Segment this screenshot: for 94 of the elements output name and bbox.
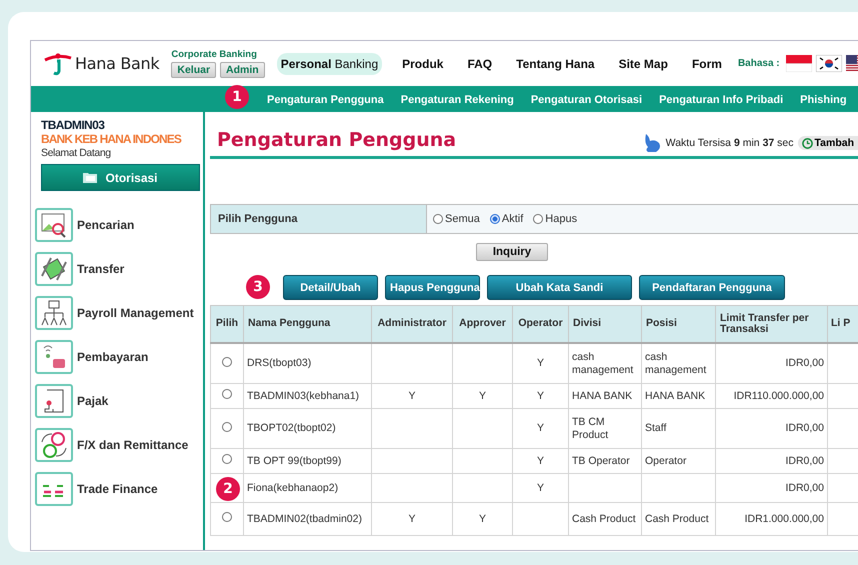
table-cell: Cash Product xyxy=(572,512,636,525)
table-cell: IDR0,00 xyxy=(785,454,824,467)
table-cell: Y xyxy=(408,390,416,402)
flag-icon[interactable] xyxy=(816,55,842,72)
logo-text: Hana Bank xyxy=(75,54,160,73)
table-cell: Y xyxy=(536,482,544,494)
top-nav-link[interactable]: Form xyxy=(688,52,726,74)
column-header: Pilih xyxy=(210,306,244,343)
table-cell: IDR0,00 xyxy=(785,422,824,434)
radio-label: Semua xyxy=(445,213,480,225)
user-id: TBADMIN03 xyxy=(41,118,106,132)
authorization-button[interactable]: Otorisasi xyxy=(41,164,200,191)
table-cell: Y xyxy=(408,512,416,525)
company-name: BANK KEB HANA INDONES xyxy=(41,132,182,146)
greeting-text: Selamat Datang xyxy=(41,147,112,159)
top-nav-link[interactable]: Produk xyxy=(398,52,448,74)
table-cell: TBADMIN02(tbadmin02) xyxy=(247,512,362,525)
row-radio-button[interactable] xyxy=(222,422,232,432)
table-cell: Y xyxy=(536,390,544,402)
step-badge: 2 xyxy=(216,477,240,501)
step-badge: 3 xyxy=(246,275,270,299)
sidebar-menu-item[interactable]: F/X dan Remittance xyxy=(77,438,188,452)
table-cell: Staff xyxy=(645,422,666,434)
row-radio-button[interactable] xyxy=(222,512,232,522)
payment-icon[interactable] xyxy=(35,340,73,374)
column-header: Posisi xyxy=(642,306,716,343)
sidebar-menu-item[interactable]: Pencarian xyxy=(77,218,134,232)
payroll-icon[interactable] xyxy=(35,296,73,330)
sidebar-menu-item[interactable]: Payroll Management xyxy=(77,306,194,320)
column-header: Approver xyxy=(452,306,512,343)
top-nav-link[interactable]: Tentang Hana xyxy=(512,52,599,74)
column-header: Li P xyxy=(828,306,858,343)
row-radio-button[interactable] xyxy=(222,454,232,464)
filter-label: Pilih Pengguna xyxy=(211,205,427,233)
row-radio-button[interactable] xyxy=(222,356,232,367)
top-nav-link[interactable]: Site Map xyxy=(614,52,672,74)
page-title: Pengaturan Pengguna xyxy=(217,129,456,151)
table-cell: HANA BANK xyxy=(645,390,706,402)
radio-button[interactable] xyxy=(490,214,500,224)
table-cell: Y xyxy=(478,390,486,402)
language-label: Bahasa : xyxy=(738,58,780,69)
table-cell: HANA BANK xyxy=(572,390,632,402)
sidebar-menu-item[interactable]: Transfer xyxy=(77,262,124,276)
session-timer: Waktu Tersisa 9 min 37 sec xyxy=(666,137,794,149)
step-badge: 1 xyxy=(225,85,249,109)
table-cell: TB OPT 99(tbopt99) xyxy=(247,454,342,467)
table-cell: Fiona(kebhanaop2) xyxy=(247,482,338,494)
action-button[interactable]: Detail/Ubah xyxy=(283,275,378,300)
action-button[interactable]: Hapus Pengguna xyxy=(385,275,480,300)
table-cell: Cash Product xyxy=(645,512,709,525)
corporate-banking-label: Corporate Banking xyxy=(171,49,258,60)
sidebar-menu-item[interactable]: Trade Finance xyxy=(77,482,158,496)
table-cell: IDR110.000.000,00 xyxy=(734,390,824,402)
table-cell: TBOPT02(tbopt02) xyxy=(247,422,336,434)
table-cell: TBADMIN03(kebhana1) xyxy=(247,390,360,402)
table-cell: cash management xyxy=(645,351,706,376)
column-header: Operator xyxy=(512,306,568,343)
logo-icon xyxy=(43,52,73,76)
table-cell: TB Operator xyxy=(572,454,630,467)
transfer-icon[interactable] xyxy=(35,252,73,286)
table-cell: Y xyxy=(478,512,486,525)
action-button[interactable]: Pendaftaran Pengguna xyxy=(639,275,785,300)
table-cell: cash management xyxy=(572,351,634,376)
inquiry-button[interactable]: Inquiry xyxy=(476,243,548,261)
action-button[interactable]: Ubah Kata Sandi xyxy=(487,275,632,300)
top-nav-link[interactable]: Personal Banking xyxy=(276,52,382,74)
column-header: Limit Transfer per Transaksi xyxy=(716,306,828,343)
column-header: Divisi xyxy=(568,306,642,343)
account-button[interactable]: Admin xyxy=(220,62,265,78)
radio-label: Hapus xyxy=(545,213,578,225)
table-cell: Y xyxy=(536,422,544,434)
table-cell: Y xyxy=(536,454,544,467)
extend-session-button[interactable]: Tambah xyxy=(798,136,858,150)
column-header: Administrator xyxy=(372,306,452,343)
table-cell: Y xyxy=(536,357,544,370)
table-cell: TB CM Product xyxy=(572,416,608,440)
column-header: Nama Pengguna xyxy=(244,306,372,343)
radio-button[interactable] xyxy=(433,214,443,224)
clock-icon xyxy=(802,138,813,148)
folder-icon xyxy=(83,172,98,183)
radio-button[interactable] xyxy=(533,214,544,224)
table-cell: IDR0,00 xyxy=(785,357,824,370)
table-cell: IDR0,00 xyxy=(785,482,824,494)
sidebar-menu-item[interactable]: Pajak xyxy=(77,394,108,408)
table-cell: IDR1.000.000,00 xyxy=(744,512,824,525)
sidebar-menu-item[interactable]: Pembayaran xyxy=(77,350,148,364)
table-cell: Operator xyxy=(645,454,686,467)
top-nav-link[interactable]: FAQ xyxy=(463,52,496,74)
table-cell: DRS(tbopt03) xyxy=(247,357,312,370)
account-button[interactable]: Keluar xyxy=(171,62,216,78)
fx-icon[interactable] xyxy=(35,428,73,462)
row-radio-button[interactable] xyxy=(222,389,232,400)
radio-label: Aktif xyxy=(502,213,524,225)
search-icon[interactable] xyxy=(35,208,73,242)
